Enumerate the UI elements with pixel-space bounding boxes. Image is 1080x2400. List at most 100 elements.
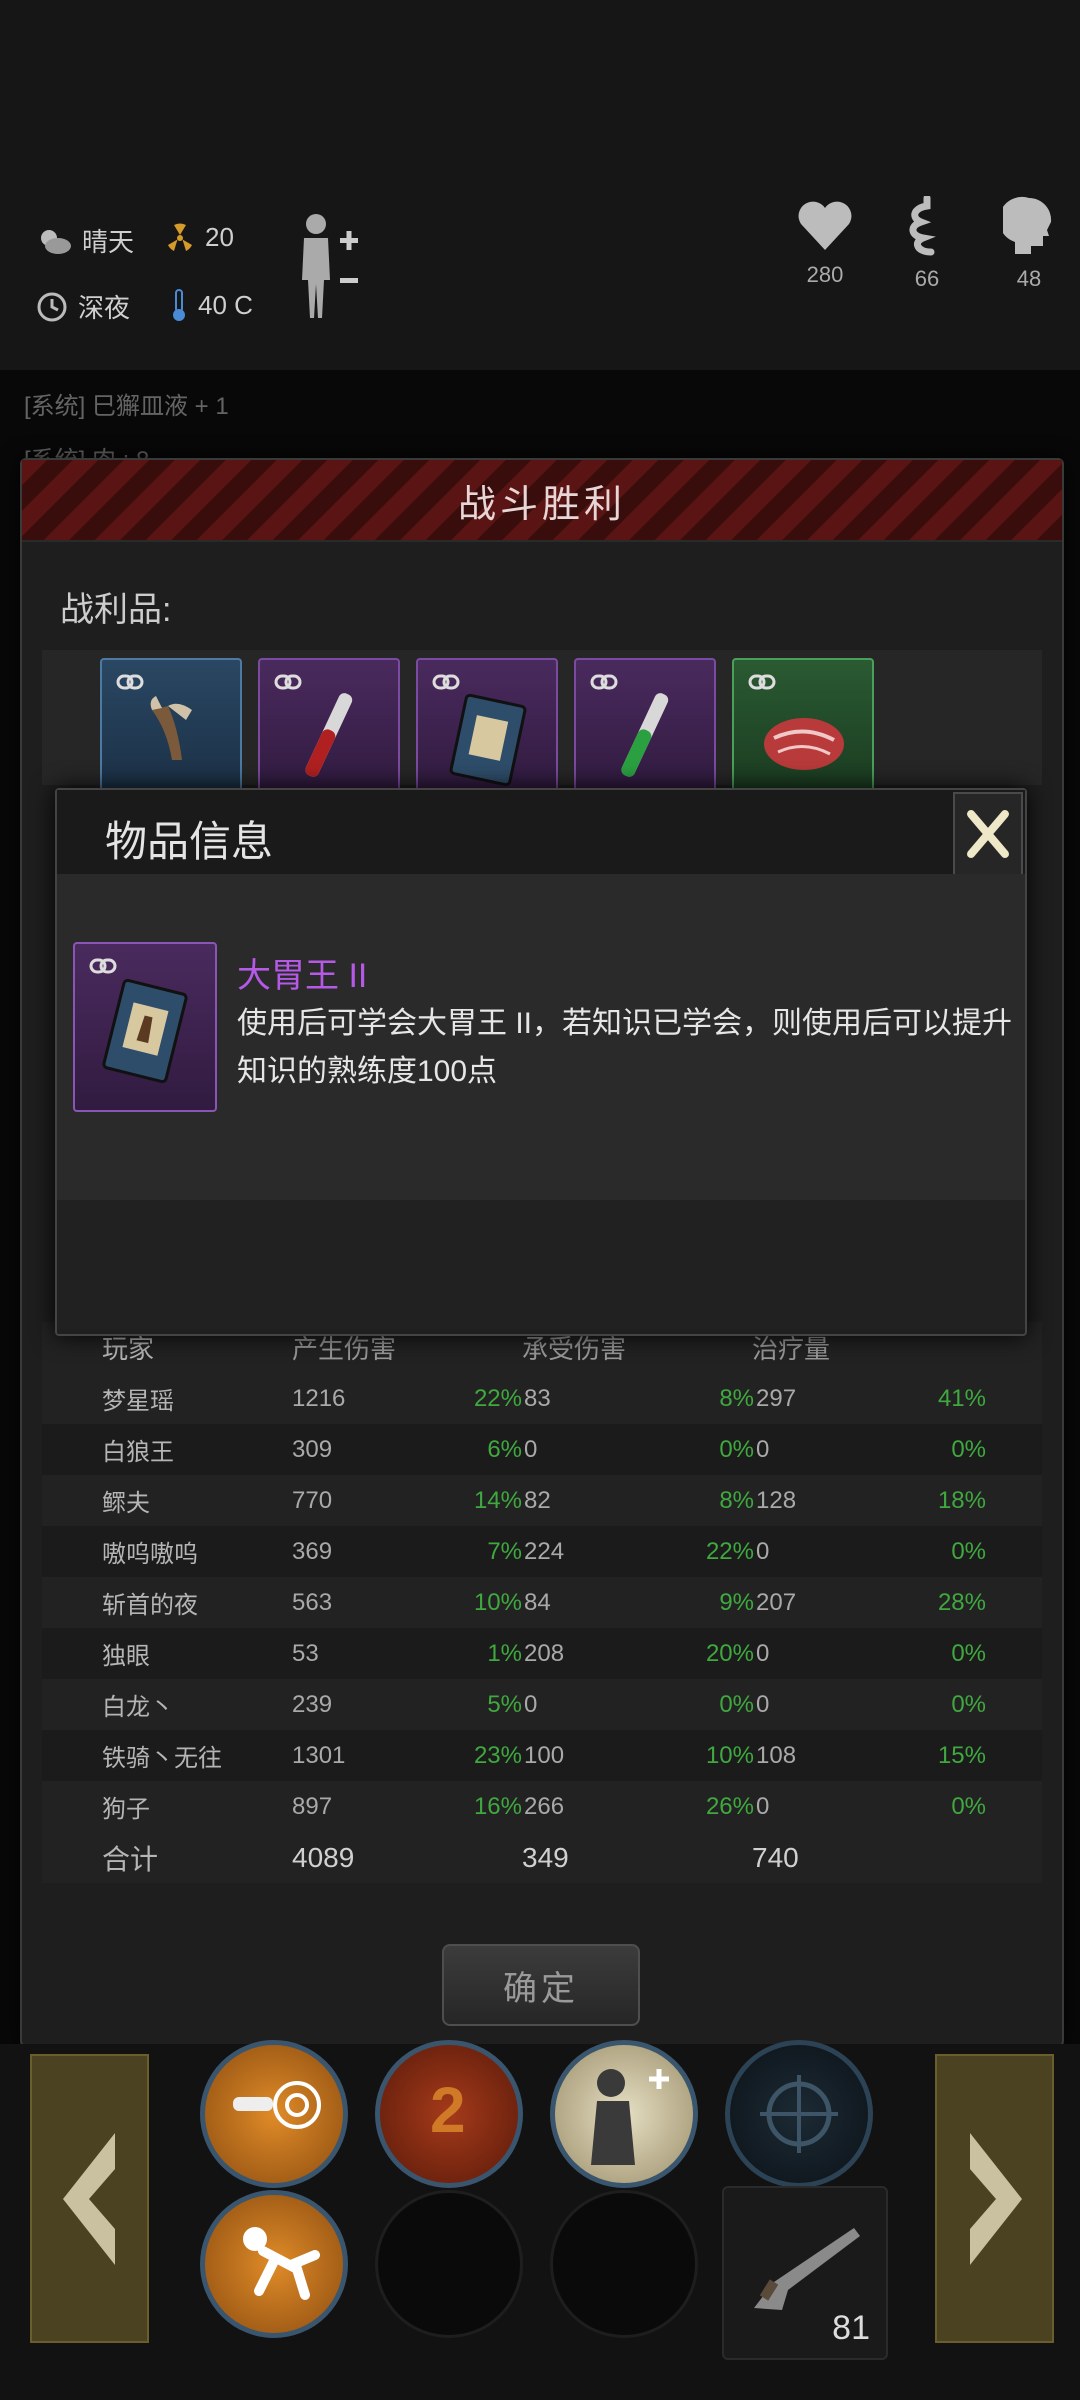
healing-percent: 0%	[951, 1792, 986, 1820]
partly-sunny-icon	[41, 229, 71, 254]
loot-list	[42, 650, 1042, 802]
damage-dealt-percent: 1%	[487, 1639, 522, 1667]
skill-heal[interactable]	[550, 2040, 698, 2188]
total-label: 合计	[102, 1843, 159, 1875]
health-vital: 280	[780, 200, 870, 288]
loot-item-meat[interactable]	[732, 658, 874, 802]
healing: 0	[756, 1639, 770, 1667]
total-healing: 740	[752, 1841, 799, 1873]
damage-dealt: 309	[292, 1435, 333, 1463]
loot-item-green-vial[interactable]	[574, 658, 716, 802]
healing: 207	[756, 1588, 797, 1616]
player-name: 铁骑丶无往	[102, 1745, 222, 1772]
red-vial-icon	[305, 693, 353, 777]
table-row: 斩首的夜 563 10% 84 9% 207 28%	[42, 1577, 1042, 1628]
prev-page-button[interactable]	[30, 2054, 149, 2343]
damage-dealt: 1301	[292, 1741, 346, 1769]
table-row: 狗子 897 16% 266 26% 0 0%	[42, 1781, 1042, 1832]
item-info-title: 物品信息	[105, 818, 274, 865]
total-damage-dealt: 4089	[292, 1841, 355, 1873]
damage-taken-percent: 26%	[705, 1792, 754, 1820]
item-info-footer	[57, 1200, 1025, 1330]
weather-text: 晴天	[82, 227, 135, 257]
table-row: 白狼王 309 6% 0 0% 0 0%	[42, 1424, 1042, 1475]
loot-item-skill-book[interactable]	[416, 658, 558, 802]
healing-percent: 18%	[937, 1486, 986, 1514]
skill-slot-empty[interactable]	[550, 2190, 698, 2338]
damage-dealt-percent: 22%	[473, 1384, 522, 1412]
damage-taken: 83	[524, 1384, 551, 1412]
hunger-vital: 66	[882, 196, 972, 292]
damage-taken: 84	[524, 1588, 551, 1616]
loot-item-claw[interactable]	[100, 658, 242, 802]
item-icon-frame	[73, 942, 217, 1112]
damage-taken: 82	[524, 1486, 551, 1514]
damage-taken: 100	[524, 1741, 565, 1769]
loot-label: 战利品:	[60, 591, 172, 629]
healing-percent: 41%	[937, 1384, 986, 1412]
damage-dealt: 239	[292, 1690, 333, 1718]
loot-item-blood-vial[interactable]	[258, 658, 400, 802]
weapon-slot[interactable]: 81	[722, 2186, 888, 2360]
skill-knockdown[interactable]	[200, 2190, 348, 2338]
damage-taken: 266	[524, 1792, 565, 1820]
healing: 128	[756, 1486, 797, 1514]
victory-header: 战斗胜利	[22, 460, 1062, 542]
party-manage-button[interactable]	[294, 210, 364, 325]
damage-dealt: 563	[292, 1588, 333, 1616]
player-name: 白龙丶	[102, 1694, 174, 1721]
victory-title: 战斗胜利	[457, 483, 626, 526]
healing-percent: 0%	[951, 1639, 986, 1667]
healing-percent: 28%	[937, 1588, 986, 1616]
healing: 108	[756, 1741, 797, 1769]
player-name: 白狼王	[102, 1439, 174, 1466]
book-icon	[449, 693, 527, 787]
item-name: 大胃王 II	[237, 957, 368, 995]
healing: 0	[756, 1690, 770, 1718]
crosshair-icon	[760, 2075, 838, 2153]
skill-counter: 2	[430, 2074, 466, 2146]
weather-indicator: 晴天	[36, 222, 134, 259]
next-page-button[interactable]	[935, 2054, 1054, 2343]
table-row: 鳏夫 770 14% 82 8% 128 18%	[42, 1475, 1042, 1526]
skill-slot-2[interactable]: 2	[375, 2040, 523, 2188]
close-button[interactable]	[953, 792, 1023, 876]
damage-taken: 208	[524, 1639, 565, 1667]
skill-aimed-shot[interactable]	[200, 2040, 348, 2188]
close-icon	[967, 810, 1009, 858]
damage-taken: 0	[524, 1435, 538, 1463]
table-row: 梦星瑶 1216 22% 83 8% 297 41%	[42, 1373, 1042, 1424]
damage-dealt: 1216	[292, 1384, 346, 1412]
book-icon	[102, 978, 188, 1084]
table-total-row: 合计 4089 349 740	[42, 1832, 1042, 1883]
health-value: 280	[806, 262, 844, 287]
radiation-indicator: 20	[165, 222, 234, 253]
table-row: 独眼 53 1% 208 20% 0 0%	[42, 1628, 1042, 1679]
skill-crosshair[interactable]	[725, 2040, 873, 2188]
healing: 297	[756, 1384, 797, 1412]
player-name: 狗子	[102, 1796, 150, 1823]
table-row: 白龙丶 239 5% 0 0% 0 0%	[42, 1679, 1042, 1730]
action-bar: 2 81	[0, 2040, 1080, 2400]
damage-dealt: 369	[292, 1537, 333, 1565]
green-vial-icon	[621, 693, 669, 777]
damage-taken-percent: 22%	[705, 1537, 754, 1565]
damage-dealt-percent: 6%	[487, 1435, 522, 1463]
damage-taken-percent: 8%	[719, 1384, 754, 1412]
item-info-body: 大胃王 II 使用后可学会大胃王 II，若知识已学会，则使用后可以提升知识的熟练…	[57, 874, 1025, 1200]
meat-icon	[764, 718, 844, 770]
damage-dealt-percent: 14%	[473, 1486, 522, 1514]
damage-taken: 0	[524, 1690, 538, 1718]
player-name: 鳏夫	[102, 1490, 150, 1517]
damage-dealt: 770	[292, 1486, 333, 1514]
temperature-value: 40 C	[198, 289, 253, 320]
skill-slot-empty[interactable]	[375, 2190, 523, 2338]
healing-percent: 0%	[951, 1435, 986, 1463]
damage-taken-percent: 0%	[719, 1690, 754, 1718]
confirm-button[interactable]: 确定	[442, 1944, 640, 2026]
clock-icon	[37, 292, 67, 321]
healing-percent: 0%	[951, 1690, 986, 1718]
sanity-value: 48	[1016, 266, 1042, 291]
damage-taken-percent: 0%	[719, 1435, 754, 1463]
healing-percent: 15%	[937, 1741, 986, 1769]
